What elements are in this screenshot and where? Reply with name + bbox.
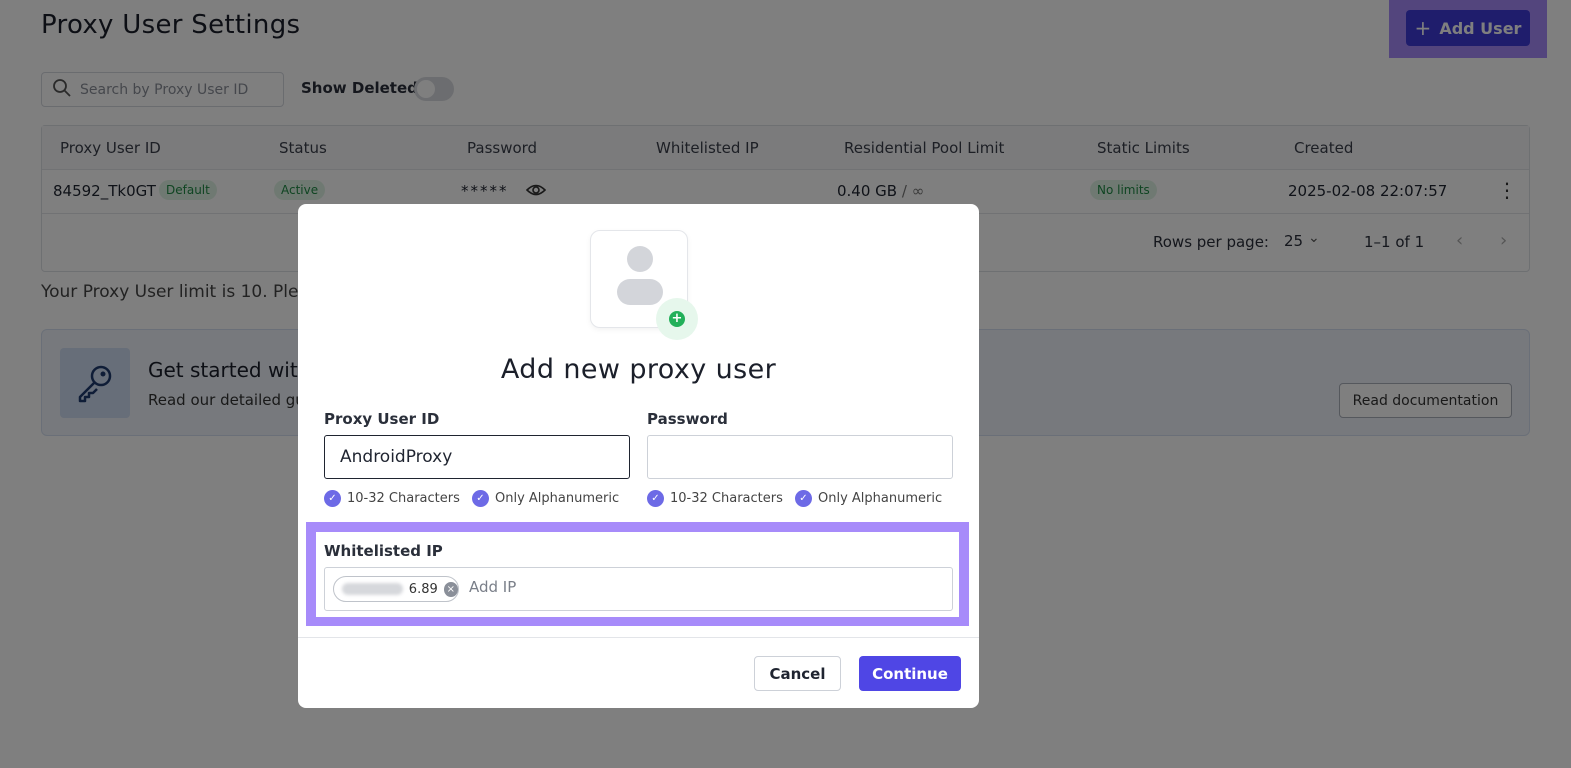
check-icon: ✓ [795,490,812,507]
check-icon: ✓ [324,490,341,507]
password-rule-length: ✓ 10-32 Characters [647,490,783,507]
rule-text: 10-32 Characters [347,491,460,506]
password-rule-alphanumeric: ✓ Only Alphanumeric [795,490,942,507]
rule-text: Only Alphanumeric [818,491,943,506]
plus-circle-icon: + [656,298,698,340]
whitelisted-ip-field[interactable]: 6.89 × [324,567,953,611]
id-rule-alphanumeric: ✓ Only Alphanumeric [472,490,619,507]
continue-button[interactable]: Continue [859,656,961,691]
ip-chip: 6.89 × [333,576,459,602]
password-label: Password [647,410,728,428]
ip-redacted [342,583,403,595]
modal-title: Add new proxy user [500,354,777,385]
proxy-user-id-input[interactable] [324,435,630,479]
avatar-body [617,279,663,305]
rule-text: 10-32 Characters [670,491,783,506]
avatar-head [627,246,653,272]
rule-text: Only Alphanumeric [495,491,620,506]
add-proxy-user-modal: + Add new proxy user Proxy User ID Passw… [298,204,979,708]
password-input[interactable] [647,435,953,479]
whitelisted-ip-label: Whitelisted IP [324,542,443,560]
add-ip-input[interactable] [469,578,769,596]
close-icon[interactable]: × [443,581,458,597]
check-icon: ✓ [472,490,489,507]
check-icon: ✓ [647,490,664,507]
proxy-user-id-label: Proxy User ID [324,410,440,428]
ip-chip-text: 6.89 [408,581,438,597]
modal-footer-divider [298,637,979,638]
cancel-button[interactable]: Cancel [754,656,841,691]
id-rule-length: ✓ 10-32 Characters [324,490,460,507]
